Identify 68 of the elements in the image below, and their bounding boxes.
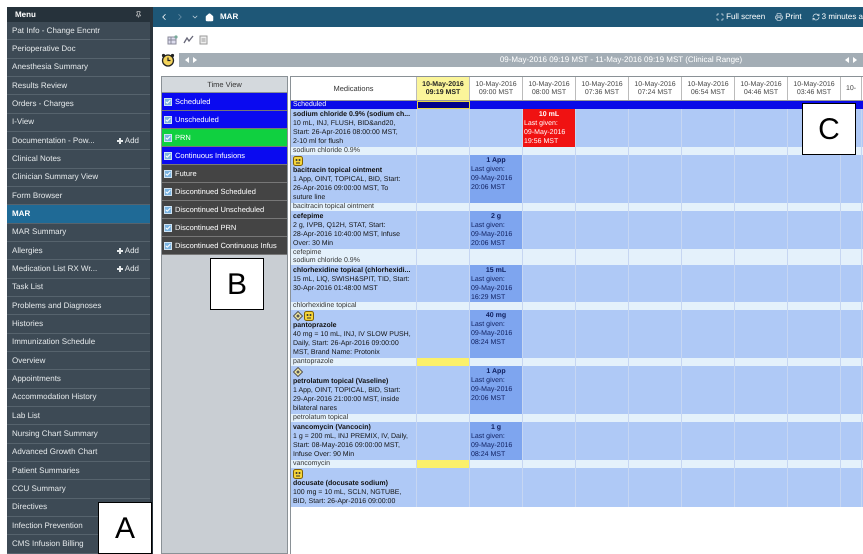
menu-item[interactable]: Appointments bbox=[12, 372, 61, 385]
pin-icon[interactable] bbox=[135, 11, 142, 18]
menu-item[interactable]: Accommodation History bbox=[12, 391, 96, 404]
menu-item[interactable]: Perioperative Doc bbox=[12, 42, 76, 55]
menu-item[interactable]: Form Browser bbox=[12, 190, 62, 202]
menu-item[interactable]: Results Review bbox=[12, 80, 68, 92]
checkbox[interactable] bbox=[164, 116, 172, 124]
add-link[interactable]: Add bbox=[116, 262, 145, 275]
plus-icon bbox=[116, 248, 123, 254]
printer-icon bbox=[775, 13, 784, 21]
checkbox[interactable] bbox=[164, 224, 172, 232]
menu-item[interactable]: CCU Summary bbox=[12, 482, 66, 495]
home-icon[interactable] bbox=[205, 12, 214, 22]
menu-item[interactable]: Anesthesia Summary bbox=[12, 61, 88, 74]
badge-icon bbox=[293, 156, 303, 166]
date-range: 09-May-2016 09:19 MST - 11-May-2016 09:19 MST (Clinical Range) bbox=[498, 54, 742, 66]
plus-icon bbox=[116, 266, 123, 272]
callout-label: C bbox=[802, 103, 856, 155]
table-icon[interactable] bbox=[167, 34, 178, 44]
menu-item[interactable]: Histories bbox=[12, 318, 44, 330]
chart-icon[interactable] bbox=[183, 34, 194, 44]
badge-icon bbox=[304, 311, 314, 321]
menu-item[interactable]: I-View bbox=[12, 116, 34, 128]
refresh-icon bbox=[812, 13, 820, 21]
page-title: MAR bbox=[220, 11, 238, 23]
menu-item[interactable]: Advanced Growth Chart bbox=[12, 446, 98, 458]
alarm-clock-icon[interactable] bbox=[161, 53, 175, 67]
menu-item[interactable]: Infection Prevention bbox=[12, 520, 83, 532]
menu-item[interactable]: Clinical Notes bbox=[12, 152, 61, 165]
menu-item[interactable]: Documentation - Pow... bbox=[12, 134, 95, 147]
menu-item[interactable]: Patient Summaries bbox=[12, 464, 80, 477]
checkbox[interactable] bbox=[164, 98, 172, 106]
menu-item[interactable]: Immunization Schedule bbox=[12, 336, 96, 348]
menu-item[interactable]: Orders - Charges bbox=[12, 98, 74, 110]
toolbar-link[interactable]: Full screen bbox=[726, 11, 766, 23]
checkbox[interactable] bbox=[164, 188, 172, 196]
menu-item[interactable]: MAR bbox=[7, 205, 150, 224]
checkbox[interactable] bbox=[164, 152, 172, 160]
add-link[interactable]: Add bbox=[116, 244, 145, 257]
menu-item[interactable]: MAR Summary bbox=[12, 226, 66, 238]
menu-item[interactable]: Problems and Diagnoses bbox=[12, 300, 102, 312]
toolbar-link[interactable]: Print bbox=[785, 11, 802, 23]
menu-item[interactable]: Allergies bbox=[12, 244, 43, 257]
menu-item[interactable]: Lab List bbox=[12, 410, 40, 422]
fullscreen-icon bbox=[716, 13, 724, 21]
checkbox[interactable] bbox=[164, 170, 172, 178]
dropdown-icon[interactable] bbox=[191, 13, 199, 21]
menu-item[interactable]: Pat Info - Change Encntr bbox=[12, 24, 100, 37]
toolbar-link[interactable]: 3 minutes a bbox=[822, 11, 863, 23]
menu-item[interactable]: Task List bbox=[12, 281, 44, 294]
menu-item[interactable]: Medication List RX Wr... bbox=[12, 262, 98, 275]
checkbox[interactable] bbox=[164, 242, 172, 250]
checkbox[interactable] bbox=[164, 206, 172, 214]
diamond-icon bbox=[293, 367, 303, 377]
menu-item[interactable]: Overview bbox=[12, 354, 46, 367]
add-link[interactable]: Add bbox=[116, 134, 145, 147]
menu-title: Menu bbox=[15, 8, 36, 20]
callout-label: B bbox=[210, 258, 264, 310]
plus-icon bbox=[116, 138, 123, 144]
diamond-icon bbox=[293, 311, 303, 321]
menu-item[interactable]: Directives bbox=[12, 501, 48, 514]
document-icon[interactable] bbox=[199, 34, 208, 44]
checkbox[interactable] bbox=[164, 134, 172, 142]
menu-item[interactable]: Nursing Chart Summary bbox=[12, 428, 98, 440]
callout-label: A bbox=[98, 502, 152, 554]
menu-item[interactable]: CMS Infusion Billing bbox=[12, 538, 84, 550]
badge-icon bbox=[293, 469, 303, 479]
menu-item[interactable]: Clinician Summary View bbox=[12, 171, 98, 184]
